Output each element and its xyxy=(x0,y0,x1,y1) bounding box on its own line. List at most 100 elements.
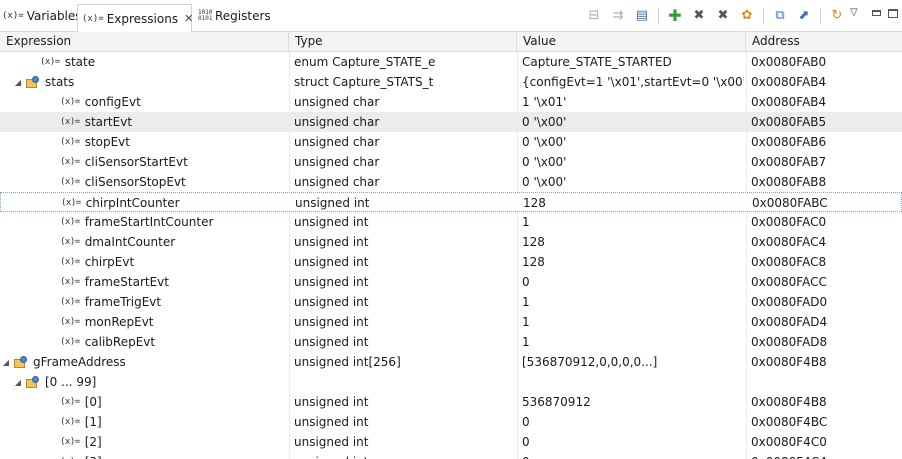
table-row[interactable]: (x)= configEvt unsigned char 1 '\x01' 0x0080… xyxy=(0,92,902,112)
expression-value[interactable]: [536870912,0,0,0,0...] xyxy=(522,352,744,372)
expression-value[interactable] xyxy=(522,372,744,392)
tab-expressions-label: Expressions xyxy=(106,11,179,26)
expression-value[interactable]: 0 '\x00' xyxy=(522,132,744,152)
table-row[interactable]: ◢ stats struct Capture_STATS_t {configEvt=1… xyxy=(0,72,902,92)
toolbar-separator-2 xyxy=(763,8,764,24)
table-row[interactable]: (x)= calibRepEvt unsigned int 1 0x0080FAD8 xyxy=(0,332,902,352)
expression-value[interactable]: 128 xyxy=(522,232,744,252)
expression-value[interactable]: 0 xyxy=(522,432,744,452)
expression-value[interactable]: 128 xyxy=(522,252,744,272)
table-row[interactable]: (x)= monRepEvt unsigned int 1 0x0080FAD4 xyxy=(0,312,902,332)
expression-value[interactable]: 1 xyxy=(522,312,744,332)
expression-name: [0 ... 99] xyxy=(45,375,97,389)
expression-name-cell[interactable]: (x)= [0] xyxy=(46,392,102,412)
expression-address: 0x0080FAB8 xyxy=(751,175,827,189)
expression-name-cell[interactable]: (x)= dmaIntCounter xyxy=(46,232,175,252)
expression-value[interactable]: 0 '\x00' xyxy=(522,172,744,192)
expression-type xyxy=(294,372,516,392)
show-type-names-icon[interactable]: ⇉ xyxy=(610,8,626,24)
expand-twisty-icon[interactable]: ◢ xyxy=(12,78,24,87)
column-header-expression[interactable]: Expression xyxy=(0,32,289,52)
expression-value[interactable]: 128 xyxy=(523,193,745,213)
expression-value[interactable]: 536870912 xyxy=(522,392,744,412)
minimize-icon[interactable] xyxy=(872,10,881,16)
pin-view-icon[interactable]: ⬈ xyxy=(796,8,812,24)
table-row[interactable]: (x)= cliSensorStartEvt unsigned char 0 '\x0… xyxy=(0,152,902,172)
view-menu-chevron-icon[interactable]: ▽ xyxy=(850,7,858,18)
expression-name-cell[interactable]: (x)=[3] xyxy=(46,452,102,459)
expression-name-cell[interactable]: (x)= cliSensorStopEvt xyxy=(46,172,186,192)
column-header-type[interactable]: Type xyxy=(289,32,517,52)
expression-name: startEvt xyxy=(84,115,133,129)
table-row[interactable]: (x)= [0] unsigned int 536870912 0x0080F4B8 xyxy=(0,392,902,412)
expression-name-cell[interactable]: (x)= frameStartIntCounter xyxy=(46,212,213,232)
table-row[interactable]: (x)= stopEvt unsigned char 0 '\x00' 0x0080FA… xyxy=(0,132,902,152)
table-row[interactable]: (x)= [2] unsigned int 0 0x0080F4C0 xyxy=(0,432,902,452)
expression-name-cell[interactable]: ◢ stats xyxy=(12,72,74,92)
table-row[interactable]: (x)= startEvt unsigned char 0 '\x00' 0x0080F… xyxy=(0,112,902,132)
struct-icon xyxy=(26,76,40,88)
expression-name-cell[interactable]: (x)= startEvt xyxy=(46,112,132,132)
expression-name-cell[interactable]: (x)= monRepEvt xyxy=(46,312,154,332)
table-row[interactable]: (x)= [1] unsigned int 0 0x0080F4BC xyxy=(0,412,902,432)
expression-name-cell[interactable]: (x)= [1] xyxy=(46,412,102,432)
tab-expressions[interactable]: (x)= Expressions ✕ xyxy=(77,4,193,32)
table-row[interactable]: (x)= frameStartEvt unsigned int 0 0x0080FACC xyxy=(0,272,902,292)
layout-icon[interactable]: ▤ xyxy=(634,8,650,24)
expression-value[interactable]: {configEvt=1 '\x01',startEvt=0 '\x00',..… xyxy=(522,72,744,92)
expression-name-cell[interactable]: (x)= state xyxy=(26,52,95,72)
expression-name: stats xyxy=(45,75,75,89)
expression-name-cell[interactable]: (x)= stopEvt xyxy=(46,132,130,152)
expression-value[interactable]: 0 xyxy=(522,272,744,292)
table-row[interactable]: ◢ [0 ... 99] xyxy=(0,372,902,392)
expression-value[interactable]: 0 '\x00' xyxy=(522,112,744,132)
expand-twisty-icon[interactable]: ◢ xyxy=(0,358,12,367)
expression-name-cell[interactable]: (x)= calibRepEvt xyxy=(46,332,155,352)
expression-value[interactable]: 1 xyxy=(522,332,744,352)
expand-twisty-icon[interactable]: ◢ xyxy=(12,378,24,387)
table-row[interactable]: (x)=[3] unsigned int 0 0x0080F4C4 xyxy=(0,452,902,459)
expression-name-cell[interactable]: ◢ gFrameAddress xyxy=(0,352,126,372)
remove-all-expressions-icon[interactable]: ✖ xyxy=(715,8,731,24)
expression-name-cell[interactable]: (x)= configEvt xyxy=(46,92,141,112)
expression-value[interactable]: 0 xyxy=(522,412,744,432)
expression-name-cell[interactable]: (x)= frameStartEvt xyxy=(46,272,169,292)
expression-value[interactable]: Capture_STATE_STARTED xyxy=(522,52,744,72)
column-header-value[interactable]: Value xyxy=(517,32,746,52)
remove-expression-icon[interactable]: ✖ xyxy=(691,8,707,24)
expression-name-cell[interactable]: (x)= cliSensorStartEvt xyxy=(46,152,188,172)
expression-value[interactable]: 1 '\x01' xyxy=(522,92,744,112)
add-expression-icon[interactable]: ✚ xyxy=(667,8,683,24)
variable-icon: (x)= xyxy=(60,157,80,167)
refresh-expressions-icon[interactable]: ✿ xyxy=(739,8,755,24)
table-row[interactable]: (x)= state enum Capture_STATE_e Capture_STA… xyxy=(0,52,902,72)
table-row[interactable]: (x)= frameStartIntCounter unsigned int 1 0x0… xyxy=(0,212,902,232)
new-window-icon[interactable]: ⧉ xyxy=(772,8,788,24)
expression-value[interactable]: 1 xyxy=(522,292,744,312)
tab-variables[interactable]: (x)= Variables xyxy=(2,4,82,28)
expression-address: 0x0080FAB5 xyxy=(751,115,827,129)
expression-name-cell[interactable]: (x)= chirpEvt xyxy=(46,252,134,272)
close-icon[interactable]: ✕ xyxy=(184,12,193,25)
expression-value[interactable]: 1 xyxy=(522,212,744,232)
expression-name-cell[interactable]: ◢ [0 ... 99] xyxy=(12,372,96,392)
table-row[interactable]: (x)= dmaIntCounter unsigned int 128 0x0080FA… xyxy=(0,232,902,252)
continuous-refresh-icon[interactable]: ↻ xyxy=(829,8,845,24)
maximize-icon[interactable] xyxy=(888,9,898,18)
table-row[interactable]: (x)= chirpEvt unsigned int 128 0x0080FAC8 xyxy=(0,252,902,272)
table-row[interactable]: (x)= frameTrigEvt unsigned int 1 0x0080FAD0 xyxy=(0,292,902,312)
collapse-all-icon[interactable]: ⊟ xyxy=(586,8,602,24)
column-header-address[interactable]: Address xyxy=(746,32,902,52)
expression-name-cell[interactable]: (x)= frameTrigEvt xyxy=(46,292,161,312)
table-row[interactable]: ◢ gFrameAddress unsigned int[256] [53687091… xyxy=(0,352,902,372)
table-row[interactable]: (x)= chirpIntCounter unsigned int 128 0x0080… xyxy=(0,192,902,212)
expression-name-cell[interactable]: (x)= chirpIntCounter xyxy=(47,193,180,213)
expression-address: 0x0080FABC xyxy=(752,196,828,210)
table-row[interactable]: (x)= cliSensorStopEvt unsigned char 0 '\x00… xyxy=(0,172,902,192)
expression-name-cell[interactable]: (x)= [2] xyxy=(46,432,102,452)
expression-tree[interactable]: (x)= state enum Capture_STATE_e Capture_STA… xyxy=(0,52,902,459)
expression-value[interactable]: 0 '\x00' xyxy=(522,152,744,172)
tab-registers[interactable]: 1010 0101 Registers xyxy=(198,4,271,28)
expression-value[interactable]: 0 xyxy=(522,452,744,459)
expression-name: cliSensorStartEvt xyxy=(84,155,188,169)
